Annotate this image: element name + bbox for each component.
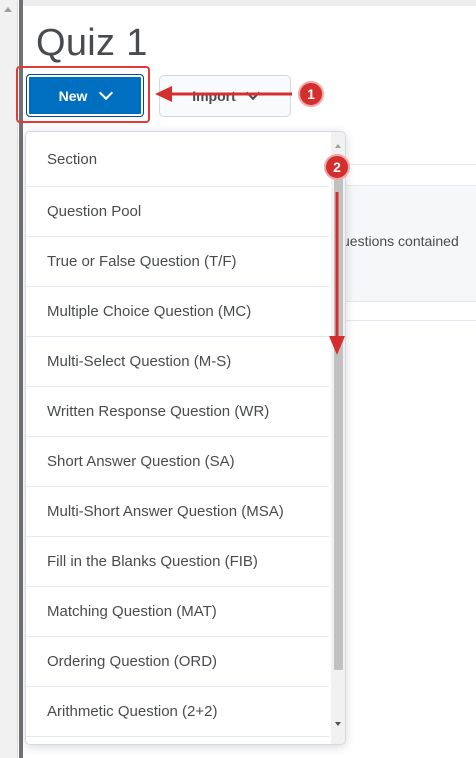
table-divider: [346, 320, 476, 321]
menu-item-written-response[interactable]: Written Response Question (WR): [26, 387, 329, 437]
scroll-down-arrow-icon[interactable]: [335, 722, 341, 726]
scrollbar-thumb[interactable]: [334, 156, 343, 670]
menu-item-section[interactable]: Section: [26, 132, 329, 187]
menu-item-short-answer[interactable]: Short Answer Question (SA): [26, 437, 329, 487]
menu-item-true-false[interactable]: True or False Question (T/F): [26, 237, 329, 287]
chevron-down-icon: [245, 85, 260, 101]
chevron-down-icon: [99, 85, 114, 100]
scroll-up-arrow-icon[interactable]: [335, 144, 341, 148]
menu-item-fill-in-blanks[interactable]: Fill in the Blanks Question (FIB): [26, 537, 329, 587]
top-bar: [23, 0, 476, 6]
menu-item-question-pool[interactable]: Question Pool: [26, 187, 329, 237]
menu-item-arithmetic[interactable]: Arithmetic Question (2+2): [26, 687, 329, 737]
import-button-label: Import: [192, 88, 236, 104]
new-button-label: New: [58, 87, 88, 104]
info-text: uestions contained: [342, 233, 459, 249]
menu-item-matching[interactable]: Matching Question (MAT): [26, 587, 329, 637]
step-2-badge: 2: [324, 154, 350, 180]
menu-item-multiple-choice[interactable]: Multiple Choice Question (MC): [26, 287, 329, 337]
menu-item-multi-short-answer[interactable]: Multi-Short Answer Question (MSA): [26, 487, 329, 537]
new-dropdown-menu: Section Question Pool True or False Ques…: [25, 131, 346, 745]
menu-item-multi-select[interactable]: Multi-Select Question (M-S): [26, 337, 329, 387]
table-divider: [346, 164, 476, 165]
step-1-badge: 1: [298, 81, 324, 107]
new-button[interactable]: New: [26, 74, 144, 117]
page-title: Quiz 1: [36, 22, 148, 64]
menu-list: Section Question Pool True or False Ques…: [26, 132, 329, 737]
dropdown-scrollbar[interactable]: [331, 132, 345, 744]
menu-item-ordering[interactable]: Ordering Question (ORD): [26, 637, 329, 687]
import-button[interactable]: Import: [159, 75, 291, 117]
scroll-up-arrow-icon[interactable]: [4, 7, 12, 12]
